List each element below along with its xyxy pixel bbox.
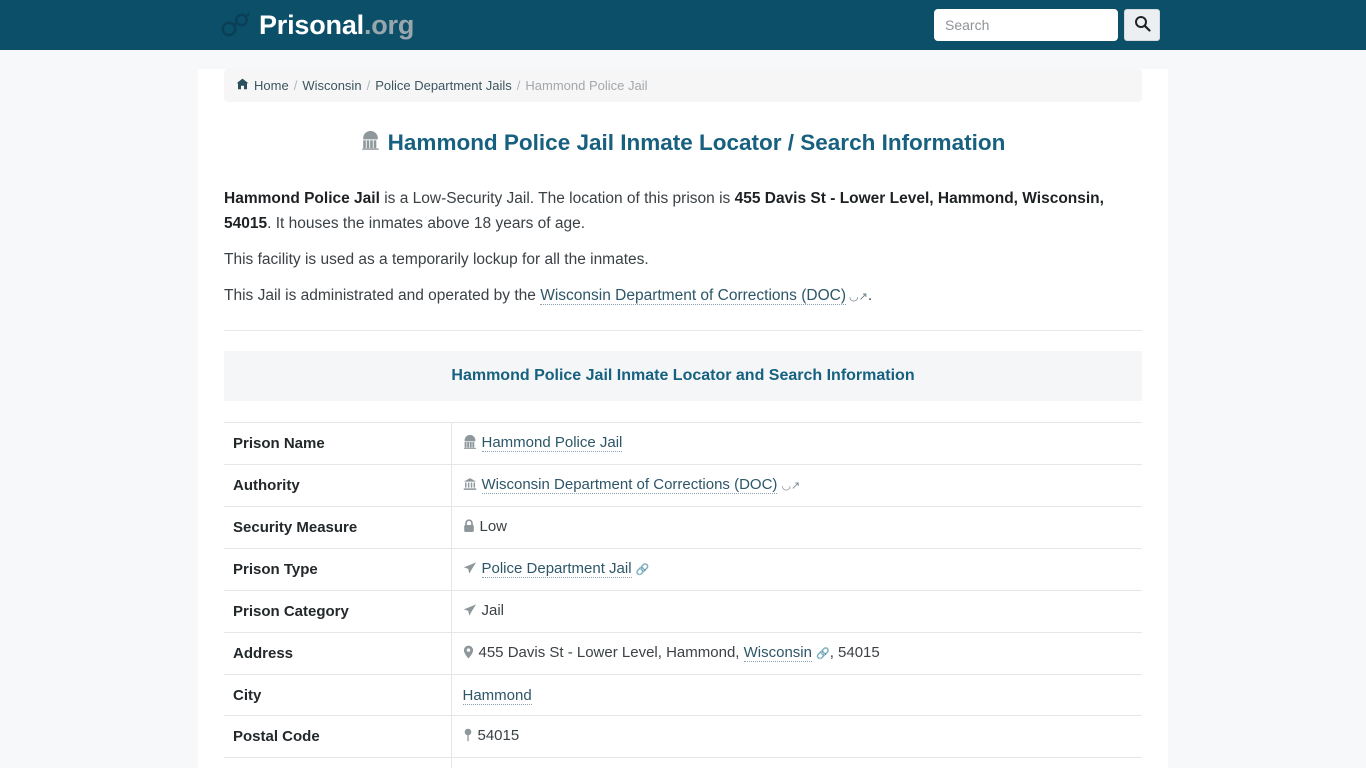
prison-name-link[interactable]: Hammond Police Jail bbox=[481, 434, 623, 453]
external-link-icon: ◡↗ bbox=[848, 290, 868, 303]
lock-icon bbox=[463, 519, 475, 537]
page-title: Hammond Police Jail Inmate Locator / Sea… bbox=[224, 128, 1142, 157]
thumbtack-icon bbox=[463, 728, 473, 746]
intro-p3-text-b: . bbox=[867, 286, 873, 304]
table-row: Authority Wisconsin Department of Correc… bbox=[224, 464, 1142, 507]
paper-plane-icon bbox=[463, 561, 477, 579]
table-row: City Hammond bbox=[224, 674, 1142, 716]
page-container: Home / Wisconsin / Police Department Jai… bbox=[198, 69, 1168, 768]
row-value-address: 455 Davis St - Lower Level, Hammond, Wis… bbox=[451, 633, 1142, 675]
paper-plane-icon bbox=[463, 603, 477, 621]
external-link-icon: ◡↗ bbox=[781, 480, 801, 493]
breadcrumb: Home / Wisconsin / Police Department Jai… bbox=[224, 69, 1142, 102]
map-marker-icon bbox=[463, 645, 474, 663]
chain-link-icon: 🔗 bbox=[635, 564, 650, 577]
site-header: Prisonal.org bbox=[0, 0, 1366, 50]
address-state-link[interactable]: Wisconsin bbox=[743, 644, 812, 663]
row-value-prison-type: Police Department Jail 🔗 bbox=[451, 549, 1142, 591]
row-value-authority: Wisconsin Department of Corrections (DOC… bbox=[451, 465, 1142, 507]
row-label-prison-category: Prison Category bbox=[224, 590, 452, 633]
intro-copy: Hammond Police Jail is a Low-Security Ja… bbox=[224, 187, 1142, 308]
search-icon bbox=[1134, 15, 1151, 35]
breadcrumb-item-police-department-jails[interactable]: Police Department Jails bbox=[375, 78, 512, 93]
brand-name: Prisonal bbox=[259, 9, 364, 40]
breadcrumb-separator: / bbox=[516, 78, 521, 93]
header-search bbox=[934, 9, 1160, 41]
breadcrumb-item-home[interactable]: Home bbox=[254, 78, 289, 93]
doc-authority-link[interactable]: Wisconsin Department of Corrections (DOC… bbox=[540, 286, 846, 305]
table-row: Postal Code 54015 bbox=[224, 715, 1142, 758]
row-value-city: Hammond bbox=[451, 675, 1142, 716]
prison-category-value: Jail bbox=[481, 602, 505, 620]
intro-paragraph-1: Hammond Police Jail is a Low-Security Ja… bbox=[224, 187, 1142, 237]
jail-building-icon bbox=[361, 128, 380, 157]
intro-p1-text-b: . It houses the inmates above 18 years o… bbox=[267, 215, 586, 233]
row-label-prison-type: Prison Type bbox=[224, 548, 452, 591]
intro-paragraph-3: This Jail is administrated and operated … bbox=[224, 284, 1142, 309]
handcuffs-icon bbox=[220, 12, 250, 38]
row-label-county: County bbox=[224, 757, 452, 768]
table-row: County St. Croix County bbox=[224, 757, 1142, 768]
intro-facility-name: Hammond Police Jail bbox=[224, 190, 380, 208]
address-suffix: , 54015 bbox=[829, 644, 880, 662]
chain-link-icon: 🔗 bbox=[815, 648, 830, 661]
home-icon bbox=[236, 78, 249, 93]
intro-p3-text-a: This Jail is administrated and operated … bbox=[224, 286, 541, 304]
table-row: Prison Type Police Department Jail 🔗 bbox=[224, 548, 1142, 591]
breadcrumb-item-wisconsin[interactable]: Wisconsin bbox=[302, 78, 361, 93]
intro-paragraph-2: This facility is used as a temporarily l… bbox=[224, 250, 649, 268]
jail-building-icon bbox=[463, 435, 477, 453]
row-label-address: Address bbox=[224, 632, 452, 675]
brand-logo-link[interactable]: Prisonal.org bbox=[220, 9, 415, 40]
table-row: Prison Category Jail bbox=[224, 590, 1142, 633]
address-prefix: 455 Davis St - Lower Level, Hammond, bbox=[478, 644, 744, 662]
row-value-postal-code: 54015 bbox=[451, 716, 1142, 758]
prison-type-link[interactable]: Police Department Jail bbox=[481, 560, 632, 579]
brand-tld: .org bbox=[363, 9, 415, 40]
bank-institution-icon bbox=[463, 477, 477, 495]
row-value-county: St. Croix County bbox=[451, 758, 1142, 768]
row-value-prison-name: Hammond Police Jail bbox=[451, 423, 1142, 465]
brand-text: Prisonal.org bbox=[259, 9, 415, 40]
row-value-security-measure: Low bbox=[451, 507, 1142, 549]
page-title-text: Hammond Police Jail Inmate Locator / Sea… bbox=[387, 130, 1006, 155]
breadcrumb-separator: / bbox=[366, 78, 371, 93]
postal-code-value: 54015 bbox=[477, 727, 520, 745]
intro-p1-text-a: is a Low-Security Jail. The location of … bbox=[379, 190, 735, 208]
search-input[interactable] bbox=[934, 9, 1118, 41]
authority-link[interactable]: Wisconsin Department of Corrections (DOC… bbox=[481, 476, 778, 495]
row-label-authority: Authority bbox=[224, 464, 452, 507]
prison-info-table: Prison Name Hammond Police Jail Authorit… bbox=[224, 422, 1142, 768]
city-link[interactable]: Hammond bbox=[462, 686, 532, 705]
table-row: Security Measure Low bbox=[224, 506, 1142, 549]
row-label-city: City bbox=[224, 674, 452, 716]
row-label-security-measure: Security Measure bbox=[224, 506, 452, 549]
table-caption: Hammond Police Jail Inmate Locator and S… bbox=[224, 351, 1142, 402]
content-divider bbox=[224, 330, 1142, 332]
security-measure-value: Low bbox=[479, 518, 508, 536]
breadcrumb-item-current: Hammond Police Jail bbox=[525, 78, 648, 93]
table-row: Prison Name Hammond Police Jail bbox=[224, 422, 1142, 465]
table-row: Address 455 Davis St - Lower Level, Hamm… bbox=[224, 632, 1142, 675]
row-value-prison-category: Jail bbox=[451, 591, 1142, 633]
row-label-postal-code: Postal Code bbox=[224, 715, 452, 758]
breadcrumb-separator: / bbox=[293, 78, 298, 93]
row-label-prison-name: Prison Name bbox=[224, 422, 452, 465]
search-submit-button[interactable] bbox=[1124, 9, 1160, 41]
